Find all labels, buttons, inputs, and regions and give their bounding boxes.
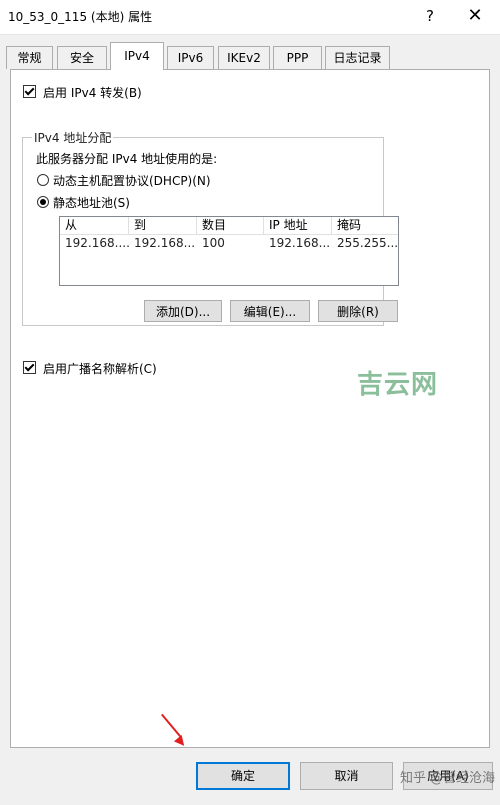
tab-security[interactable]: 安全 [57,46,107,69]
watermark-logo: 吉云网 [357,370,439,400]
cell-mask: 255.255.... [337,236,398,250]
col-mask[interactable]: 掩码 [332,217,398,234]
dhcp-radio[interactable] [37,174,49,186]
title-bar: 10_53_0_115 (本地) 属性 ? ✕ [0,0,500,35]
broadcast-checkbox[interactable] [23,361,36,374]
enable-forwarding-label[interactable]: 启用 IPv4 转发(B) [43,84,142,101]
tab-ikev2[interactable]: IKEv2 [218,46,270,69]
help-button[interactable]: ? [415,4,445,28]
table-row[interactable]: 192.168.... 192.168... 100 192.168... 25… [60,235,398,252]
tab-ppp[interactable]: PPP [273,46,322,69]
assignment-prompt: 此服务器分配 IPv4 地址使用的是: [36,152,218,166]
ipv4-panel: 启用 IPv4 转发(B) IPv4 地址分配 此服务器分配 IPv4 地址使用… [10,69,490,748]
enable-forwarding-checkbox[interactable] [23,85,36,98]
cell-count: 100 [202,236,225,250]
cell-to: 192.168... [134,236,196,250]
col-from[interactable]: 从 [60,217,129,234]
delete-button[interactable]: 删除(R) [318,300,398,322]
table-header: 从 到 数目 IP 地址 掩码 [60,217,398,235]
col-count[interactable]: 数目 [197,217,264,234]
address-pool-table[interactable]: 从 到 数目 IP 地址 掩码 192.168.... 192.168... 1… [59,216,399,286]
group-title: IPv4 地址分配 [32,129,114,146]
tab-ipv4[interactable]: IPv4 [110,42,164,70]
cell-ip-address: 192.168... [269,236,331,250]
add-button[interactable]: 添加(D)... [144,300,222,322]
edit-button[interactable]: 编辑(E)... [230,300,310,322]
attribution-watermark: 知乎 @曾经沧海 [400,771,496,786]
address-assignment-group: IPv4 地址分配 此服务器分配 IPv4 地址使用的是: 动态主机配置协议(D… [22,129,399,326]
window-title: 10_53_0_115 (本地) 属性 [8,10,153,24]
tab-ipv6[interactable]: IPv6 [167,46,214,69]
col-ip-address[interactable]: IP 地址 [264,217,332,234]
ok-button[interactable]: 确定 [196,762,290,790]
broadcast-label[interactable]: 启用广播名称解析(C) [43,360,157,377]
cancel-button[interactable]: 取消 [300,762,393,790]
dhcp-label[interactable]: 动态主机配置协议(DHCP)(N) [53,172,211,189]
col-to[interactable]: 到 [129,217,197,234]
close-button[interactable]: ✕ [460,4,490,28]
tab-general[interactable]: 常规 [6,46,53,69]
static-pool-label[interactable]: 静态地址池(S) [53,194,130,211]
cell-from: 192.168.... [65,236,129,250]
static-pool-radio[interactable] [37,196,49,208]
tab-logging[interactable]: 日志记录 [325,46,390,69]
